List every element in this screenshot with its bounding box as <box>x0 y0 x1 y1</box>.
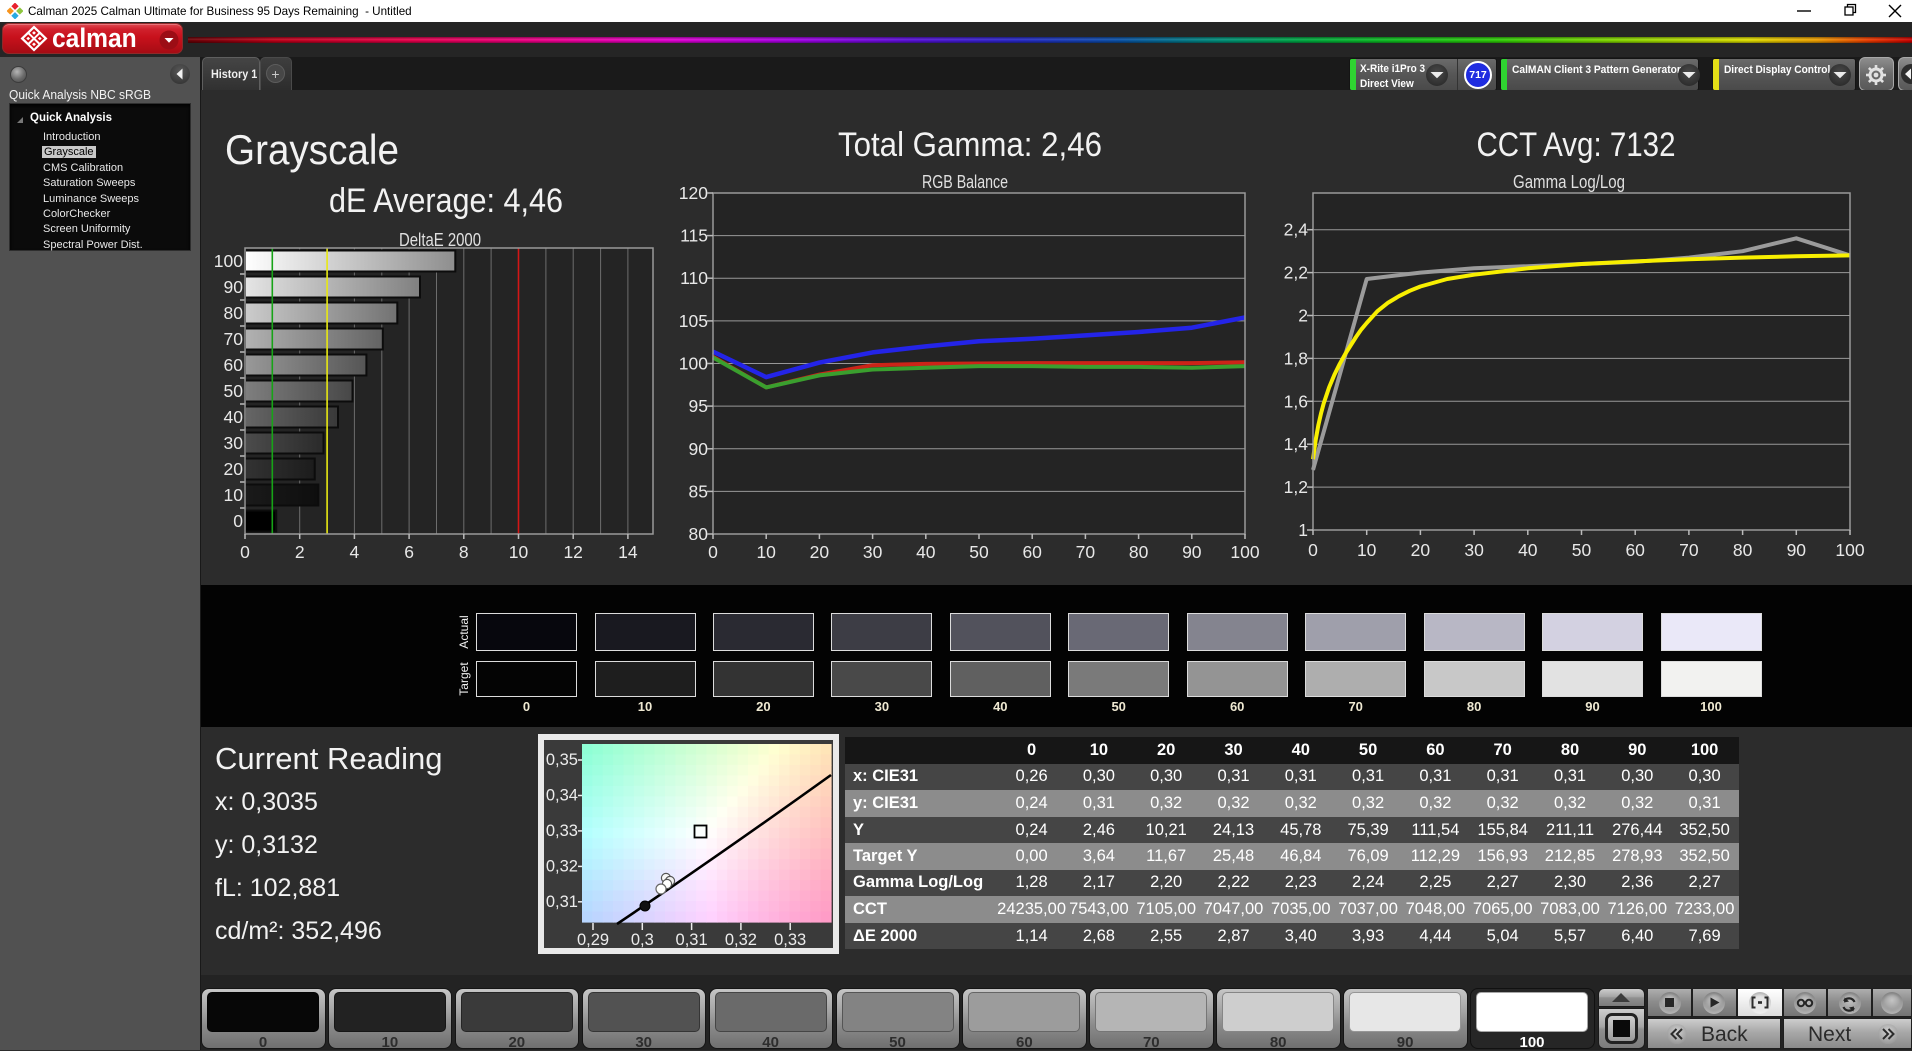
svg-text:0,29: 0,29 <box>577 931 609 949</box>
svg-text:1: 1 <box>1298 520 1308 540</box>
svg-text:6: 6 <box>404 542 414 562</box>
svg-text:40: 40 <box>224 407 244 427</box>
svg-text:12: 12 <box>563 542 582 562</box>
svg-text:1,2: 1,2 <box>1284 477 1308 497</box>
svg-text:80: 80 <box>689 524 709 544</box>
svg-text:90: 90 <box>1182 542 1202 562</box>
svg-text:90: 90 <box>689 439 709 459</box>
svg-text:115: 115 <box>680 226 708 246</box>
svg-text:RGB Balance: RGB Balance <box>922 172 1008 192</box>
svg-text:10: 10 <box>224 485 244 505</box>
svg-text:CCT Avg: 7132: CCT Avg: 7132 <box>1477 126 1676 164</box>
svg-text:0,34: 0,34 <box>546 787 578 805</box>
svg-text:60: 60 <box>224 355 244 375</box>
svg-text:70: 70 <box>224 329 244 349</box>
svg-text:60: 60 <box>1625 540 1645 560</box>
svg-text:95: 95 <box>689 396 708 416</box>
svg-text:2: 2 <box>295 542 305 562</box>
svg-text:20: 20 <box>1411 540 1431 560</box>
svg-text:2,4: 2,4 <box>1284 220 1309 240</box>
svg-text:80: 80 <box>1129 542 1149 562</box>
svg-text:70: 70 <box>1076 542 1096 562</box>
svg-text:2: 2 <box>1298 306 1308 326</box>
svg-text:2,2: 2,2 <box>1284 263 1308 283</box>
svg-text:1,8: 1,8 <box>1284 348 1308 368</box>
svg-text:0,32: 0,32 <box>546 857 578 875</box>
svg-text:DeltaE 2000: DeltaE 2000 <box>399 230 481 250</box>
svg-text:8: 8 <box>459 542 469 562</box>
svg-text:0: 0 <box>240 542 250 562</box>
svg-text:0: 0 <box>708 542 718 562</box>
svg-text:Total Gamma: 2,46: Total Gamma: 2,46 <box>838 126 1102 164</box>
svg-text:100: 100 <box>679 354 708 374</box>
svg-text:1,4: 1,4 <box>1284 434 1309 454</box>
svg-text:50: 50 <box>224 381 244 401</box>
svg-text:70: 70 <box>1679 540 1699 560</box>
svg-text:0,35: 0,35 <box>546 751 578 769</box>
svg-text:0,32: 0,32 <box>725 931 757 949</box>
svg-text:90: 90 <box>1787 540 1807 560</box>
svg-text:0,3: 0,3 <box>631 931 654 949</box>
svg-text:4: 4 <box>350 542 360 562</box>
svg-text:100: 100 <box>1230 542 1259 562</box>
svg-text:40: 40 <box>916 542 936 562</box>
svg-text:Gamma Log/Log: Gamma Log/Log <box>1513 172 1625 192</box>
svg-text:20: 20 <box>224 459 244 479</box>
svg-text:40: 40 <box>1518 540 1538 560</box>
svg-text:dE Average: 4,46: dE Average: 4,46 <box>329 182 563 220</box>
svg-text:0,33: 0,33 <box>774 931 806 949</box>
svg-text:0,33: 0,33 <box>546 822 578 840</box>
svg-text:90: 90 <box>224 277 244 297</box>
svg-text:10: 10 <box>509 542 529 562</box>
svg-text:30: 30 <box>863 542 883 562</box>
svg-text:50: 50 <box>969 542 989 562</box>
svg-text:100: 100 <box>214 251 243 271</box>
svg-text:30: 30 <box>1464 540 1484 560</box>
svg-text:1,6: 1,6 <box>1284 391 1308 411</box>
svg-text:80: 80 <box>1733 540 1753 560</box>
svg-text:10: 10 <box>756 542 776 562</box>
svg-text:14: 14 <box>618 542 638 562</box>
svg-text:105: 105 <box>679 311 708 331</box>
svg-text:110: 110 <box>680 268 708 288</box>
svg-text:50: 50 <box>1572 540 1592 560</box>
svg-text:80: 80 <box>224 303 244 323</box>
svg-text:85: 85 <box>689 481 708 501</box>
svg-text:30: 30 <box>224 433 244 453</box>
svg-text:0,31: 0,31 <box>676 931 708 949</box>
svg-text:100: 100 <box>1835 540 1864 560</box>
svg-text:Grayscale: Grayscale <box>225 126 399 173</box>
svg-text:20: 20 <box>810 542 830 562</box>
svg-text:0,31: 0,31 <box>546 893 578 911</box>
svg-text:0: 0 <box>1308 540 1318 560</box>
svg-text:120: 120 <box>679 183 708 203</box>
svg-text:60: 60 <box>1022 542 1042 562</box>
svg-text:10: 10 <box>1357 540 1377 560</box>
svg-text:0: 0 <box>233 511 243 531</box>
